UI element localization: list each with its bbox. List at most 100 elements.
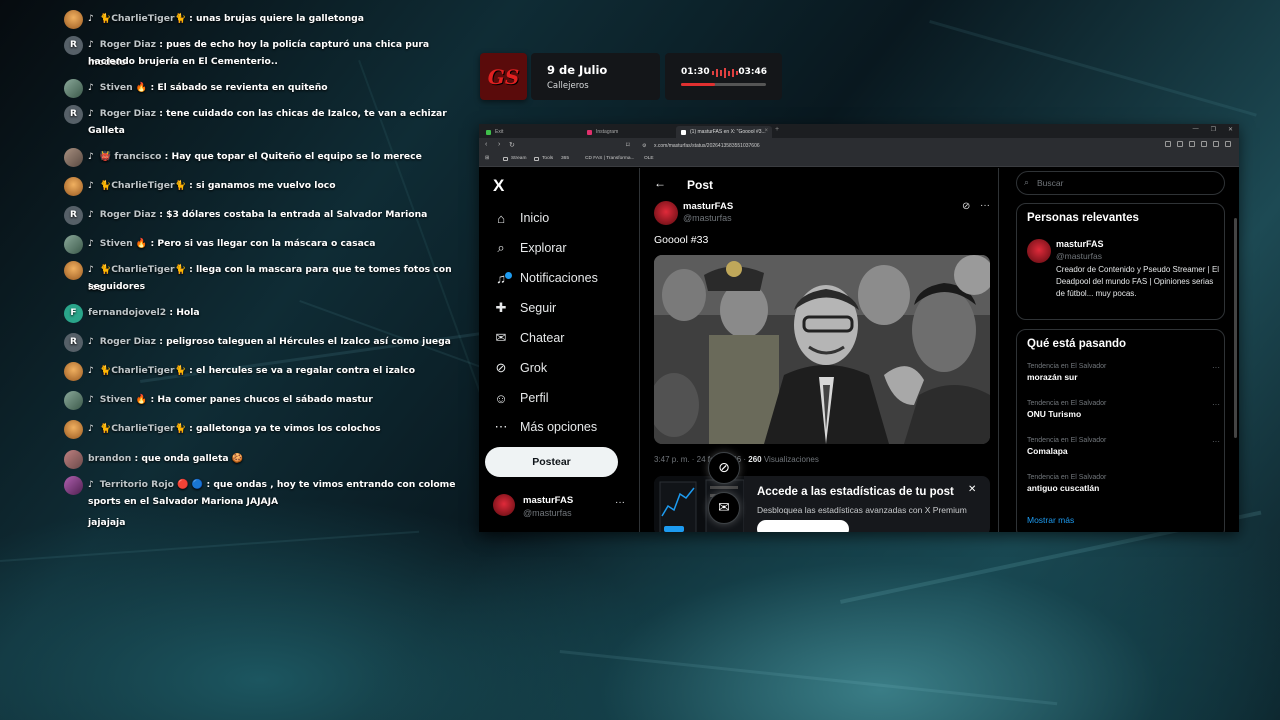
scrollbar[interactable] <box>1234 218 1237 438</box>
minimize-button[interactable]: — <box>1193 126 1199 133</box>
chat-line: ♪ 🐈CharlieTiger🐈 : unas brujas quiere la … <box>64 10 456 28</box>
promo-cta-button[interactable] <box>757 520 849 532</box>
maximize-button[interactable]: ❐ <box>1211 126 1216 133</box>
trend-item[interactable]: Tendencia en El Salvador Comalapa ··· <box>1027 437 1222 456</box>
chat-username: Roger Diaz <box>99 108 156 119</box>
bookmark-stream[interactable]: Stream <box>503 156 526 161</box>
chat-line: ♪ 🐈CharlieTiger🐈 : si ganamos me vuelvo l… <box>64 177 456 195</box>
x-left-nav: X ⌂ Inicio ⌕ Explorar ♫ Notificaciones ✚ Seguir… <box>479 168 637 532</box>
grok-fab-button[interactable]: ⊘ <box>708 452 740 484</box>
chat-message: R ♪ Roger Diaz : pues de echo hoy la polic… <box>64 36 456 71</box>
x-page: X ⌂ Inicio ⌕ Explorar ♫ Notificaciones ✚ Seguir… <box>479 168 1239 532</box>
wallet-icon[interactable] <box>1201 141 1207 147</box>
relevant-people-card: Personas relevantes masturFAS @masturfas… <box>1016 203 1225 320</box>
tab-favicon <box>486 129 491 135</box>
chat-text: : peligroso taleguen al Hércules el Izal… <box>156 336 451 347</box>
nav-explorar[interactable]: ⌕ Explorar <box>493 236 566 260</box>
tab-x-post[interactable]: (1) masturFAS en X: "Gooool #3... × <box>676 126 772 138</box>
bookmark-icon[interactable]: ⌑ <box>626 141 630 149</box>
profile-more-icon[interactable]: ··· <box>615 497 625 508</box>
chat-username: Territorio Rojo 🔴 🔵 <box>99 479 204 490</box>
chat-line: fernandojovel2 : Hola <box>64 304 456 321</box>
trend-item[interactable]: Tendencia en El Salvador antiguo cuscatlá… <box>1027 474 1222 493</box>
premium-promo-card: Accede a las estadísticas de tu post Des… <box>654 476 990 532</box>
post-views-count: 260 <box>748 455 762 464</box>
chat-username: 🐈CharlieTiger🐈 <box>99 13 186 24</box>
trend-name: ONU Turismo <box>1027 409 1082 419</box>
author-avatar[interactable] <box>654 201 678 225</box>
sidebar-icon[interactable] <box>1189 141 1195 147</box>
search-icon: ⌕ <box>1024 177 1030 187</box>
bookmark-label: Tools <box>542 156 554 161</box>
close-window-button[interactable]: ✕ <box>1228 126 1233 133</box>
apps-icon[interactable]: ⊞ <box>485 156 489 161</box>
nav-label: Seguir <box>520 301 557 315</box>
bookmark-tools[interactable]: Tools <box>534 156 553 161</box>
relevant-people-title: Personas relevantes <box>1027 212 1139 224</box>
tweet-photo[interactable] <box>654 255 990 444</box>
chat-message: R ♪ Roger Diaz : tene cuidado con las chic… <box>64 105 456 136</box>
chat-username: 👹 francisco <box>99 151 162 162</box>
chat-text: : El sábado se revienta en quiteño <box>147 82 328 93</box>
nav-inicio[interactable]: ⌂ Inicio <box>493 206 549 230</box>
browser-window: Exit Instagram (1) masturFAS en X: "Gooo… <box>479 124 1239 532</box>
reload-icon[interactable]: ↻ <box>509 141 515 149</box>
close-icon[interactable]: ✕ <box>968 484 976 495</box>
x-logo-icon[interactable]: X <box>493 176 504 196</box>
relevant-avatar[interactable] <box>1027 239 1051 263</box>
trend-more-icon[interactable]: ··· <box>1212 400 1220 409</box>
tab-instagram[interactable]: Instagram <box>582 126 675 138</box>
show-more-link[interactable]: Mostrar más <box>1027 515 1074 525</box>
chat-avatar <box>64 420 83 439</box>
tab-close-icon[interactable]: × <box>764 128 768 134</box>
menu-icon[interactable] <box>1225 141 1231 147</box>
chat-message: ♪ 🐈CharlieTiger🐈 : si ganamos me vuelvo l… <box>64 177 456 196</box>
forward-icon[interactable]: › <box>498 141 500 148</box>
back-icon[interactable]: ‹ <box>485 141 487 148</box>
relevant-name[interactable]: masturFAS <box>1056 239 1104 249</box>
chat-line: ♪ Territorio Rojo 🔴 🔵 : que ondas , hoy t… <box>64 476 456 494</box>
trend-item[interactable]: Tendencia en El Salvador morazán sur ··· <box>1027 363 1222 382</box>
search-input[interactable]: ⌕ Buscar <box>1016 171 1225 195</box>
chat-line: brandon : que onda galleta 🍪 <box>64 450 456 467</box>
download-icon[interactable] <box>1165 141 1171 147</box>
trend-name: morazán sur <box>1027 372 1078 382</box>
chat-username: Stiven 🔥 <box>99 82 148 93</box>
tiktok-icon: ♪ <box>88 14 94 24</box>
profile-avatar[interactable] <box>493 494 515 516</box>
nav-chatear[interactable]: ✉ Chatear <box>493 326 565 350</box>
chat-avatar <box>64 362 83 381</box>
url-field[interactable]: x.com/masturfas/status/20264135835510376… <box>654 143 760 149</box>
vpn-icon[interactable] <box>1213 141 1219 147</box>
trending-card: Qué está pasando Tendencia en El Salvado… <box>1016 329 1225 532</box>
nav-notificaciones[interactable]: ♫ Notificaciones <box>493 266 598 290</box>
nav-grok[interactable]: ⊘ Grok <box>493 356 548 380</box>
trend-more-icon[interactable]: ··· <box>1212 437 1220 446</box>
post-more-icon[interactable]: ··· <box>980 200 990 211</box>
chat-username: 🐈CharlieTiger🐈 <box>99 264 186 275</box>
chat-text-continued: seguidores <box>88 281 146 292</box>
nav-seguir[interactable]: ✚ Seguir <box>493 296 557 320</box>
messages-fab-button[interactable]: ✉ <box>708 492 740 524</box>
chat-username: Stiven 🔥 <box>99 238 148 249</box>
nav-perfil[interactable]: ☺ Perfil <box>493 386 548 410</box>
extensions-icon[interactable] <box>1177 141 1183 147</box>
bookmark-365[interactable]: 365 <box>561 156 569 161</box>
back-arrow-icon[interactable]: ← <box>654 176 666 190</box>
tab-label: Exit <box>495 129 504 135</box>
bookmark-cd-fas[interactable]: CD FAS | Transforma... <box>585 156 635 161</box>
post-button[interactable]: Postear <box>485 447 618 477</box>
profile-name[interactable]: masturFAS <box>523 495 573 506</box>
new-tab-button[interactable]: + <box>775 126 779 133</box>
nav-mas-opciones[interactable]: ⋯ Más opciones <box>493 415 598 439</box>
site-info-icon[interactable]: ⚙ <box>642 143 646 149</box>
now-playing-info: 9 de Julio Callejeros <box>531 53 660 100</box>
bookmark-ole[interactable]: OLE <box>644 156 654 161</box>
trend-item[interactable]: Tendencia en El Salvador ONU Turismo ··· <box>1027 400 1222 419</box>
bookmark-label: CD FAS | Transforma... <box>585 156 635 161</box>
grok-icon[interactable]: ⊘ <box>962 201 970 212</box>
tiktok-icon: ♪ <box>88 83 94 93</box>
trend-more-icon[interactable]: ··· <box>1212 363 1220 372</box>
author-name[interactable]: masturFAS <box>683 201 733 212</box>
tab-exit[interactable]: Exit <box>481 126 581 138</box>
